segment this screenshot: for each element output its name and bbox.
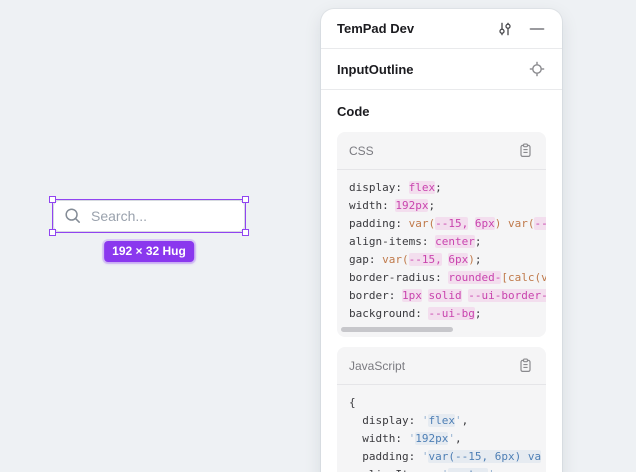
code-line: border-radius: rounded-[calc(v bbox=[349, 269, 546, 287]
component-name: InputOutline bbox=[337, 62, 414, 77]
panel-header-icons bbox=[494, 18, 548, 40]
code-line: gap: var(--15, 6px); bbox=[349, 251, 546, 269]
magnifier-icon bbox=[64, 207, 82, 225]
selection-handle-top-right[interactable] bbox=[242, 196, 249, 203]
selected-component[interactable]: Search... 192 × 32 Hug bbox=[53, 200, 245, 232]
code-line: display: flex; bbox=[349, 179, 546, 197]
code-section-title: Code bbox=[337, 104, 546, 119]
code-line: align-items: center; bbox=[349, 233, 546, 251]
panel-body: Code CSS display: flex;width: 192px;padd… bbox=[321, 90, 562, 472]
javascript-card-header: JavaScript bbox=[337, 347, 546, 385]
code-line: display: 'flex', bbox=[349, 412, 546, 430]
sliders-icon[interactable] bbox=[494, 18, 516, 40]
code-line: { bbox=[349, 394, 546, 412]
crosshair-icon[interactable] bbox=[526, 58, 548, 80]
minimize-icon[interactable] bbox=[526, 18, 548, 40]
horizontal-scrollbar bbox=[337, 325, 546, 335]
clipboard-icon[interactable] bbox=[514, 355, 536, 377]
code-line: padding: 'var(--15, 6px) va bbox=[349, 448, 546, 466]
code-line: padding: var(--15, 6px) var(-- bbox=[349, 215, 546, 233]
javascript-language-label: JavaScript bbox=[349, 359, 405, 373]
tempad-dev-panel: TemPad Dev InputOutline bbox=[321, 9, 562, 472]
search-placeholder: Search... bbox=[91, 208, 147, 224]
code-line: width: '192px', bbox=[349, 430, 546, 448]
code-line: border: 1px solid --ui-border- bbox=[349, 287, 546, 305]
component-row: InputOutline bbox=[321, 49, 562, 90]
css-code[interactable]: display: flex;width: 192px;padding: var(… bbox=[337, 170, 546, 325]
code-line: width: 192px; bbox=[349, 197, 546, 215]
selection-size-badge: 192 × 32 Hug bbox=[104, 241, 194, 262]
css-card-header: CSS bbox=[337, 132, 546, 170]
selection-handle-bottom-left[interactable] bbox=[49, 229, 56, 236]
javascript-code[interactable]: { display: 'flex', width: '192px', paddi… bbox=[337, 385, 546, 472]
clipboard-icon[interactable] bbox=[514, 140, 536, 162]
css-language-label: CSS bbox=[349, 144, 374, 158]
code-line: background: --ui-bg; bbox=[349, 305, 546, 323]
code-line: alignItems: 'center', bbox=[349, 466, 546, 472]
scrollbar-thumb[interactable] bbox=[341, 327, 453, 332]
selection-handle-top-left[interactable] bbox=[49, 196, 56, 203]
javascript-code-card: JavaScript { display: 'flex', width: '19… bbox=[337, 347, 546, 472]
css-code-card: CSS display: flex;width: 192px;padding: … bbox=[337, 132, 546, 337]
selection-handle-bottom-right[interactable] bbox=[242, 229, 249, 236]
search-input[interactable]: Search... bbox=[53, 200, 245, 232]
panel-header: TemPad Dev bbox=[321, 9, 562, 49]
panel-title: TemPad Dev bbox=[337, 21, 414, 36]
